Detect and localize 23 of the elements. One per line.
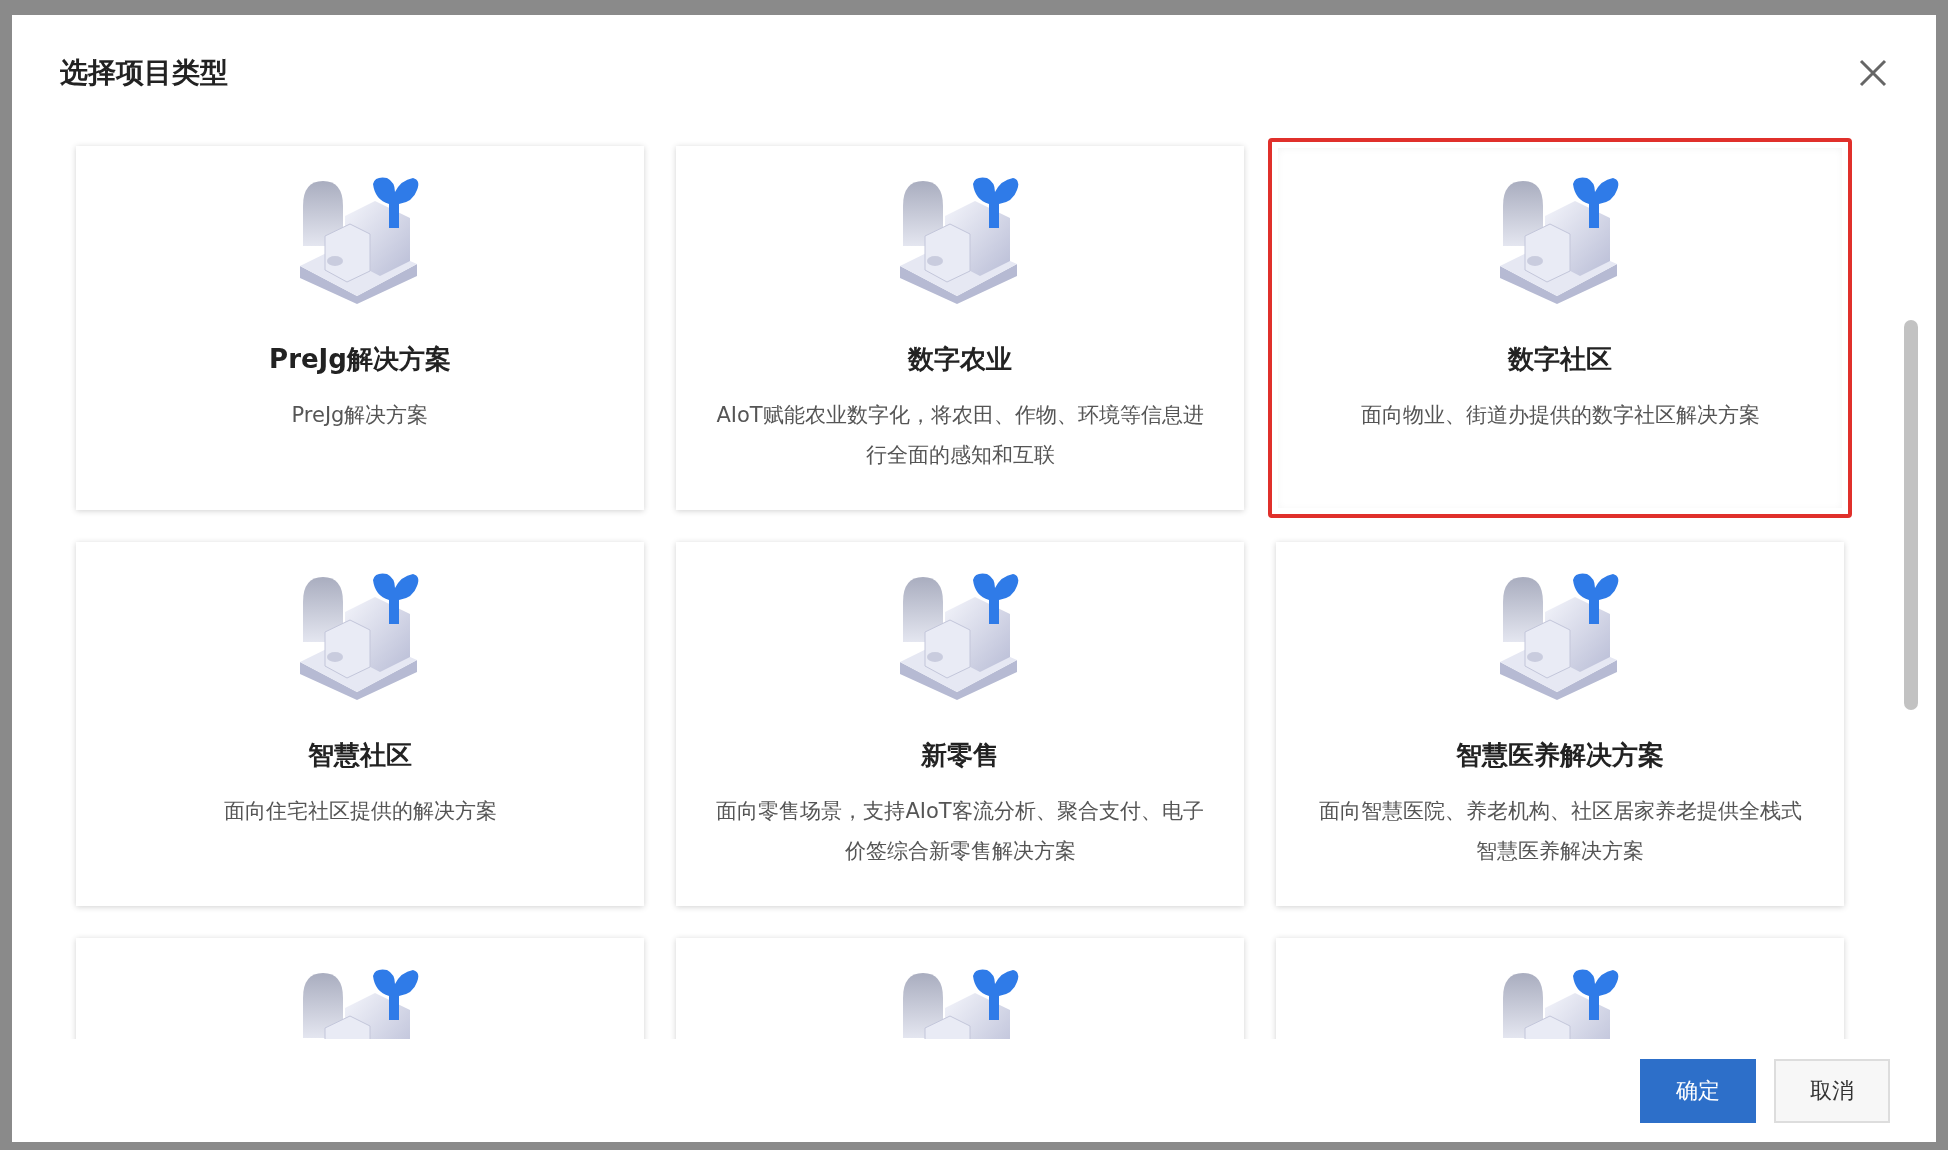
card-title: 智慧医养解决方案 <box>1456 739 1664 772</box>
project-type-card[interactable]: 智慧医养解决方案 面向智慧医院、养老机构、社区居家养老提供全栈式智慧医养解决方案 <box>1276 542 1844 906</box>
card-description: 面向智慧医院、养老机构、社区居家养老提供全栈式智慧医养解决方案 <box>1317 798 1803 865</box>
card-title: 数字农业 <box>908 343 1012 376</box>
project-type-card[interactable]: 新零售 面向零售场景，支持AIoT客流分析、聚合支付、电子价签综合新零售解决方案 <box>676 542 1244 906</box>
card-title: PreJg解决方案 <box>269 343 451 376</box>
scrollbar[interactable] <box>1904 320 1918 710</box>
card-title: 新零售 <box>921 739 999 772</box>
card-title: 智慧社区 <box>308 739 412 772</box>
card-description: PreJg解决方案 <box>290 402 430 429</box>
project-type-card[interactable]: PreJg解决方案 PreJg解决方案 <box>76 146 644 510</box>
cancel-button[interactable]: 取消 <box>1774 1058 1890 1123</box>
card-title: 数字社区 <box>1508 343 1612 376</box>
card-description: 面向住宅社区提供的解决方案 <box>222 798 498 825</box>
confirm-button[interactable]: 确定 <box>1640 1058 1756 1123</box>
project-type-card[interactable]: 数字社区 面向物业、街道办提供的数字社区解决方案 <box>1268 138 1852 518</box>
card-description: 面向零售场景，支持AIoT客流分析、聚合支付、电子价签综合新零售解决方案 <box>715 798 1205 865</box>
project-type-card[interactable]: 数字农业 AIoT赋能农业数字化，将农田、作物、环境等信息进行全面的感知和互联 <box>676 146 1244 510</box>
card-description: 面向物业、街道办提供的数字社区解决方案 <box>1359 402 1761 429</box>
dialog-title: 选择项目类型 <box>60 54 228 91</box>
project-type-card[interactable]: 智慧社区 面向住宅社区提供的解决方案 <box>76 542 644 906</box>
close-icon[interactable] <box>1858 57 1888 88</box>
card-description: AIoT赋能农业数字化，将农田、作物、环境等信息进行全面的感知和互联 <box>715 402 1205 469</box>
